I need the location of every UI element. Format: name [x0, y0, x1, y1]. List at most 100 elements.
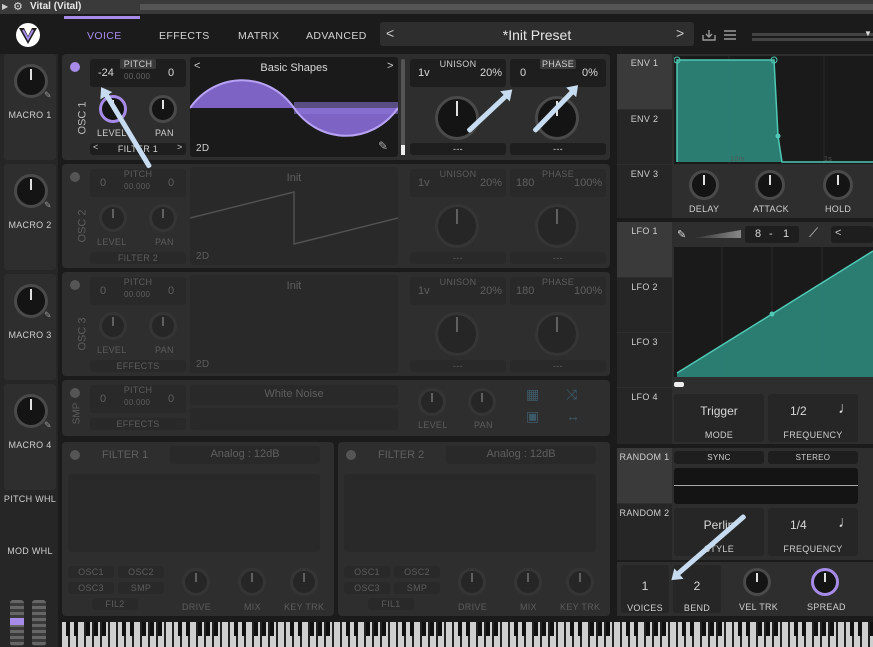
osc2-unison-voices[interactable]: 1v [418, 177, 430, 189]
osc2-pitch-fine[interactable]: 0 [168, 177, 174, 189]
osc1-unison-detune[interactable]: 20% [480, 67, 502, 79]
osc2-phase-select[interactable]: --- [510, 252, 606, 264]
osc3-wavetable[interactable]: Init 2D [190, 275, 398, 373]
env-tab-2[interactable]: ENV 2 [617, 110, 672, 164]
filter1-type-select[interactable]: Analog : 12dB [170, 446, 320, 464]
loop-icon[interactable]: ▣ [526, 408, 539, 425]
preset-name[interactable]: *Init Preset [380, 27, 694, 43]
collapse-icon[interactable]: ▶ [2, 2, 8, 11]
curve-icon[interactable]: ⟋ [809, 225, 818, 241]
piano-keyboard[interactable] [62, 622, 873, 647]
bounce-icon[interactable]: ↔ [566, 408, 580, 424]
mod-wheel[interactable] [32, 600, 46, 646]
env-graph[interactable] [674, 56, 873, 164]
osc3-phase-box[interactable]: 180 PHASE 100% [510, 277, 606, 305]
edit-icon[interactable]: ✎ [44, 90, 52, 101]
tab-advanced[interactable]: ADVANCED [306, 30, 367, 42]
osc2-phase[interactable]: 180 [516, 177, 534, 189]
lfo-mode-box[interactable]: Trigger MODE [674, 394, 764, 442]
filter1-src-osc3[interactable]: OSC3 [68, 582, 114, 594]
filter2-keytrk-knob[interactable] [566, 568, 594, 596]
osc2-unison-select[interactable]: --- [410, 252, 506, 264]
env-attack-knob[interactable] [755, 170, 785, 200]
osc3-phase-rand[interactable]: 100% [574, 285, 602, 297]
osc2-pan-knob[interactable] [149, 204, 177, 232]
smp-pitch-fine[interactable]: 0 [168, 393, 174, 405]
env-tab-3[interactable]: ENV 3 [617, 165, 672, 218]
osc3-wavetable-name[interactable]: Init [190, 280, 398, 292]
osc1-pitch-fine[interactable]: 0 [168, 67, 174, 79]
tab-matrix[interactable]: MATRIX [238, 30, 279, 42]
osc1-wavetable-name[interactable]: Basic Shapes [190, 62, 398, 74]
edit-icon[interactable]: ✎ [378, 139, 388, 153]
spread-knob[interactable] [811, 568, 839, 596]
osc2-dim-label[interactable]: 2D [196, 251, 209, 262]
osc3-unison-detune[interactable]: 20% [480, 285, 502, 297]
filter1-mix-knob[interactable] [238, 568, 266, 596]
osc3-pan-knob[interactable] [149, 312, 177, 340]
smp-power[interactable] [70, 388, 80, 398]
filter2-power[interactable] [346, 450, 356, 460]
voices-value[interactable]: 1 [621, 579, 669, 593]
osc3-unison-knob[interactable] [435, 312, 479, 356]
env-hold-knob[interactable] [823, 170, 853, 200]
osc3-phase-select[interactable]: --- [510, 360, 606, 372]
filter1-src-osc1[interactable]: OSC1 [68, 566, 114, 578]
macro-2[interactable]: ✎ MACRO 2 [4, 164, 56, 270]
smp-pitch-coarse[interactable]: 0 [100, 393, 106, 405]
random-tab-2[interactable]: RANDOM 2 [617, 504, 672, 560]
osc1-unison-select[interactable]: --- [410, 143, 506, 155]
smp-sample-name[interactable]: White Noise [190, 388, 398, 400]
osc1-unison-knob[interactable] [435, 96, 479, 140]
random-tab-1[interactable]: RANDOM 1 [617, 448, 672, 503]
macro-1-knob[interactable] [14, 64, 48, 98]
env-delay-knob[interactable] [689, 170, 719, 200]
filter1-src-osc2[interactable]: OSC2 [118, 566, 164, 578]
osc3-unison-voices[interactable]: 1v [418, 285, 430, 297]
osc3-filter-select[interactable]: EFFECTS [90, 360, 186, 372]
filter1-power[interactable] [70, 450, 80, 460]
osc2-unison-detune[interactable]: 20% [480, 177, 502, 189]
osc1-dim-label[interactable]: 2D [196, 143, 209, 154]
osc2-wavetable[interactable]: Init 2D [190, 167, 398, 265]
filter2-mix-knob[interactable] [514, 568, 542, 596]
osc1-phase-rand[interactable]: 0% [582, 67, 598, 79]
osc1-phase[interactable]: 0 [520, 67, 526, 79]
filter2-src-osc1[interactable]: OSC1 [344, 566, 390, 578]
smp-level-knob[interactable] [418, 388, 446, 416]
osc1-filter-next-icon[interactable]: > [177, 142, 182, 152]
random-stereo-button[interactable]: STEREO [768, 451, 858, 464]
lfo-tab-3[interactable]: LFO 3 [617, 333, 672, 387]
osc3-phase-knob[interactable] [535, 312, 579, 356]
smp-pan-knob[interactable] [468, 388, 496, 416]
macro-4-knob[interactable] [14, 394, 48, 428]
lfo-shape-select[interactable]: < [831, 226, 873, 243]
gear-icon[interactable]: ⚙ [13, 0, 23, 13]
lfo-grid-select[interactable]: 8 - 1 [745, 226, 799, 243]
tab-effects[interactable]: EFFECTS [159, 30, 210, 42]
osc3-level-knob[interactable] [99, 312, 127, 340]
osc1-unison-voices[interactable]: 1v [418, 67, 430, 79]
filter2-src-fil[interactable]: FIL1 [368, 598, 414, 610]
menu-icon[interactable] [724, 30, 736, 40]
voices-box[interactable]: 1 VOICES [621, 565, 669, 613]
filter2-src-osc2[interactable]: OSC2 [394, 566, 440, 578]
osc2-pitch-coarse[interactable]: 0 [100, 177, 106, 189]
osc3-dim-label[interactable]: 2D [196, 359, 209, 370]
osc1-pitch-coarse[interactable]: -24 [98, 67, 114, 79]
random-sync-button[interactable]: SYNC [674, 451, 764, 464]
lfo-tab-2[interactable]: LFO 2 [617, 278, 672, 332]
osc1-pitch-box[interactable]: -24 PITCH 00.000 0 [90, 59, 186, 87]
osc3-pitch-box[interactable]: 0 PITCH 00.000 0 [90, 277, 186, 305]
lfo-frequency-value[interactable]: 1/2 [790, 404, 807, 418]
edit-icon[interactable]: ✎ [44, 310, 52, 321]
lfo-smooth-slider[interactable] [693, 230, 741, 238]
edit-icon[interactable]: ✎ [44, 200, 52, 211]
random-frequency-box[interactable]: 1/4 ♩ FREQUENCY [768, 508, 858, 556]
osc2-unison-box[interactable]: 1v UNISON 20% [410, 169, 506, 197]
random-frequency-value[interactable]: 1/4 [790, 518, 807, 532]
macro-2-knob[interactable] [14, 174, 48, 208]
filter2-type[interactable]: Analog : 12dB [446, 448, 596, 460]
macro-1[interactable]: ✎ MACRO 1 [4, 54, 56, 160]
random-style-value[interactable]: Perlin [674, 518, 764, 532]
